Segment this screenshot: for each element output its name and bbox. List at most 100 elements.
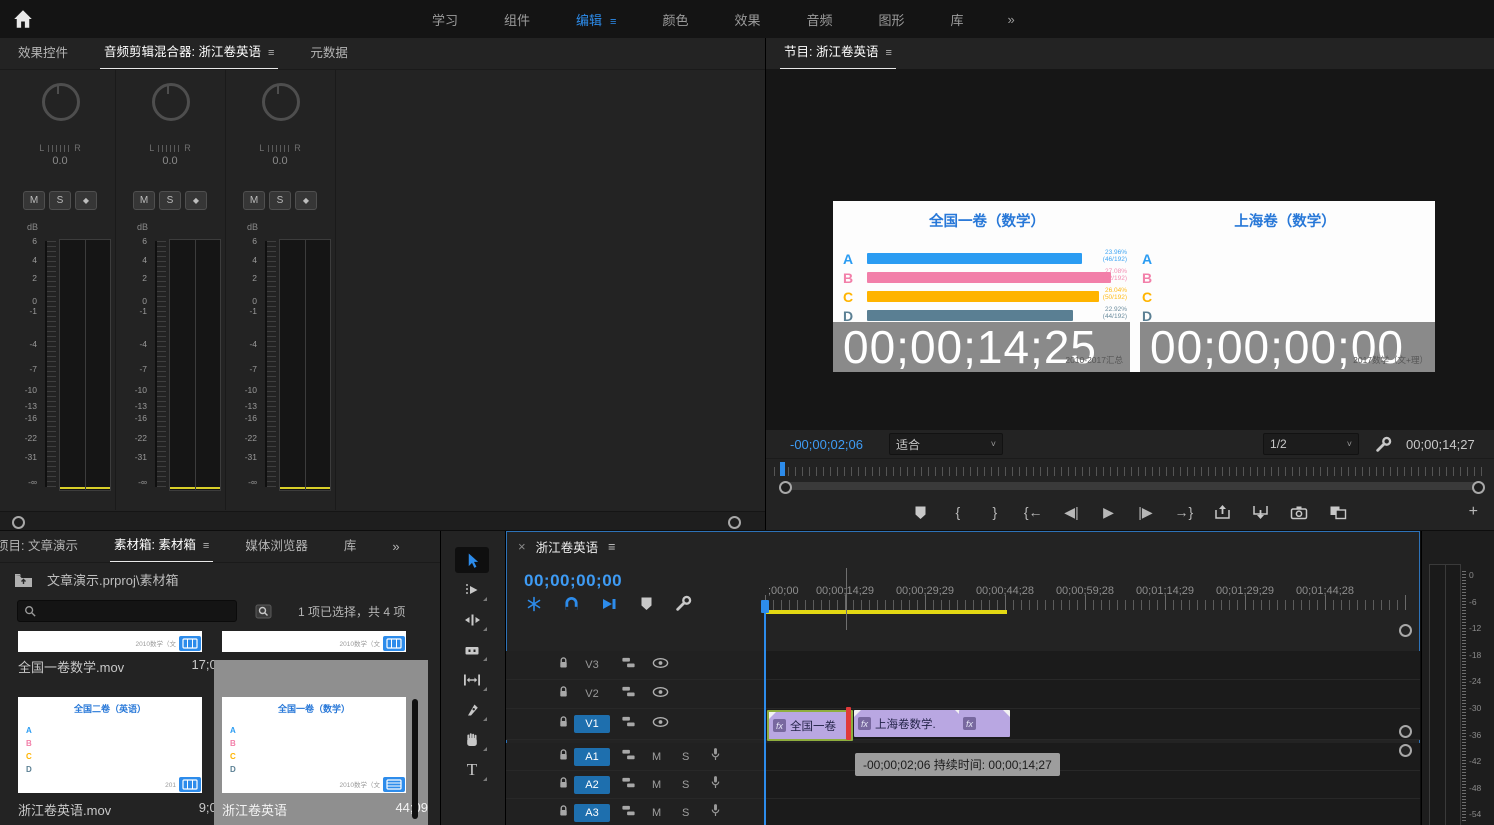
navigate-up-icon[interactable] xyxy=(14,572,33,588)
workspace-tab-2[interactable]: 组件 xyxy=(504,10,530,29)
go-to-out-button[interactable]: →} xyxy=(1175,502,1194,522)
mute-button[interactable]: M xyxy=(23,191,45,210)
mixer-tab-2[interactable]: 音频剪辑混合器: 浙江卷英语≡ xyxy=(100,38,278,70)
settings-wrench-icon[interactable] xyxy=(1375,436,1392,453)
solo-button[interactable]: S xyxy=(159,191,181,210)
search-input-wrap[interactable] xyxy=(17,600,237,622)
bin-item-thumbnail[interactable]: 2010数学（文 xyxy=(222,631,406,652)
mixer-horizontal-scrollbar[interactable] xyxy=(0,511,765,530)
write-keyframes-button[interactable]: ◆ xyxy=(185,191,207,210)
program-playhead-marker[interactable] xyxy=(780,462,785,476)
timeline-playhead-timecode[interactable]: 00;00;00;00 xyxy=(524,571,622,591)
workspace-tab-1[interactable]: 学习 xyxy=(432,10,458,29)
track-output-eye-icon[interactable] xyxy=(652,685,669,703)
track-solo-button[interactable]: S xyxy=(682,807,689,819)
add-marker-icon[interactable] xyxy=(640,596,653,611)
zoom-level-select[interactable]: 适合˅ xyxy=(889,433,1003,455)
playhead-line[interactable] xyxy=(764,600,766,825)
voiceover-mic-icon[interactable] xyxy=(710,803,721,823)
write-keyframes-button[interactable]: ◆ xyxy=(295,191,317,210)
comparison-view-icon[interactable] xyxy=(1329,502,1347,522)
trim-edit-point[interactable] xyxy=(846,707,851,740)
volume-fader-track[interactable] xyxy=(45,241,56,487)
track-solo-button[interactable]: S xyxy=(682,779,689,791)
scrollbar-handle-right[interactable] xyxy=(1472,481,1485,494)
panel-menu-icon[interactable]: ≡ xyxy=(885,47,891,59)
track-target-A3[interactable]: A3 xyxy=(574,804,610,822)
workspace-tab-menu-icon[interactable]: ≡ xyxy=(610,16,616,28)
volume-value[interactable]: 0.0 xyxy=(5,155,115,167)
timeline-scroll-handle[interactable] xyxy=(1399,624,1412,637)
mark-out-button[interactable]: } xyxy=(987,502,1003,522)
audio-lane-A3[interactable] xyxy=(765,799,1420,825)
track-target-A2[interactable]: A2 xyxy=(574,776,610,794)
bin-item-thumbnail[interactable]: 全国一卷（数学）ABCD2010数学（文 xyxy=(222,697,406,793)
razor-tool[interactable] xyxy=(455,637,489,663)
scrollbar-handle-left[interactable] xyxy=(12,516,25,529)
pen-tool[interactable] xyxy=(455,697,489,723)
selection-tool[interactable] xyxy=(455,547,489,573)
sync-lock-icon[interactable] xyxy=(621,715,636,734)
mixer-tab-1[interactable]: 效果控件 xyxy=(14,38,72,69)
timeline-clip-1[interactable]: fx全国一卷 xyxy=(767,710,853,741)
insert-nest-toggle-icon[interactable] xyxy=(526,596,542,612)
project-tab-4[interactable]: 库 xyxy=(340,531,361,562)
volume-value[interactable]: 0.0 xyxy=(225,155,335,167)
voiceover-mic-icon[interactable] xyxy=(710,775,721,795)
timeline-scroll-handle[interactable] xyxy=(1399,744,1412,757)
mute-button[interactable]: M xyxy=(243,191,265,210)
program-playhead-timecode[interactable]: -00;00;02;06 xyxy=(790,437,863,452)
track-mute-button[interactable]: M xyxy=(652,807,661,819)
snap-magnet-icon[interactable] xyxy=(564,596,579,612)
voiceover-mic-icon[interactable] xyxy=(710,747,721,767)
project-tab-2[interactable]: 素材箱: 素材箱≡ xyxy=(110,531,213,563)
timeline-clip-2[interactable]: fx上海卷数学. xyxy=(854,710,962,737)
program-zoom-scrollbar[interactable] xyxy=(766,478,1494,494)
sync-lock-icon[interactable] xyxy=(621,685,636,704)
track-target-A1[interactable]: A1 xyxy=(574,748,610,766)
workspace-tab-8[interactable]: 库 xyxy=(951,10,964,29)
button-editor-plus[interactable]: + xyxy=(1469,494,1478,530)
sync-lock-icon[interactable] xyxy=(621,747,636,766)
type-tool[interactable]: T xyxy=(455,757,489,783)
tab-program[interactable]: 节目: 浙江卷英语≡ xyxy=(780,38,896,70)
video-lane-V2[interactable] xyxy=(765,680,1420,708)
workspace-tab-4[interactable]: 颜色 xyxy=(662,10,688,29)
linked-selection-icon[interactable] xyxy=(601,596,618,612)
track-mute-button[interactable]: M xyxy=(652,751,661,763)
track-lock-icon[interactable] xyxy=(558,685,569,703)
volume-fader-track[interactable] xyxy=(265,241,276,487)
track-select-forward-tool[interactable] xyxy=(455,577,489,603)
workspace-tab-5[interactable]: 效果 xyxy=(734,10,760,29)
close-icon[interactable]: × xyxy=(518,539,526,554)
panel-tab-overflow[interactable]: » xyxy=(392,539,399,554)
extract-icon[interactable] xyxy=(1252,502,1269,522)
track-lock-icon[interactable] xyxy=(558,776,569,794)
breadcrumb[interactable]: 文章演示.prproj\素材箱 xyxy=(47,570,178,589)
pan-knob[interactable] xyxy=(262,83,300,121)
scrollbar-handle-left[interactable] xyxy=(779,481,792,494)
timeline-clip-3[interactable]: fx xyxy=(959,710,1010,737)
ripple-edit-tool[interactable] xyxy=(455,607,489,633)
step-back-button[interactable]: ◀| xyxy=(1064,502,1080,522)
timeline-settings-wrench-icon[interactable] xyxy=(675,595,692,612)
track-lock-icon[interactable] xyxy=(558,715,569,733)
bin-item-name-row[interactable]: 全国一卷数学.mov17;03 xyxy=(18,657,224,676)
sequence-tab-label[interactable]: 浙江卷英语 xyxy=(536,537,599,556)
export-frame-icon[interactable] xyxy=(1290,502,1308,522)
play-button[interactable]: ▶ xyxy=(1101,502,1117,522)
sync-lock-icon[interactable] xyxy=(621,803,636,822)
sync-lock-icon[interactable] xyxy=(621,656,636,675)
track-output-eye-icon[interactable] xyxy=(652,715,669,733)
mark-in-button[interactable]: { xyxy=(950,502,966,522)
bin-item-thumbnail[interactable]: 全国二卷（英语）ABCD201 xyxy=(18,697,202,793)
search-input[interactable] xyxy=(41,603,215,619)
workspace-tab-7[interactable]: 图形 xyxy=(879,10,905,29)
step-forward-button[interactable]: |▶ xyxy=(1138,502,1154,522)
bin-item-name-row[interactable]: 浙江卷英语44;09 xyxy=(222,800,428,819)
workspace-overflow-button[interactable]: » xyxy=(1008,12,1015,27)
project-tab-3[interactable]: 媒体浏览器 xyxy=(241,531,312,562)
add-marker-icon[interactable] xyxy=(913,502,929,522)
go-to-in-button[interactable]: {← xyxy=(1024,502,1043,522)
track-lock-icon[interactable] xyxy=(558,748,569,766)
